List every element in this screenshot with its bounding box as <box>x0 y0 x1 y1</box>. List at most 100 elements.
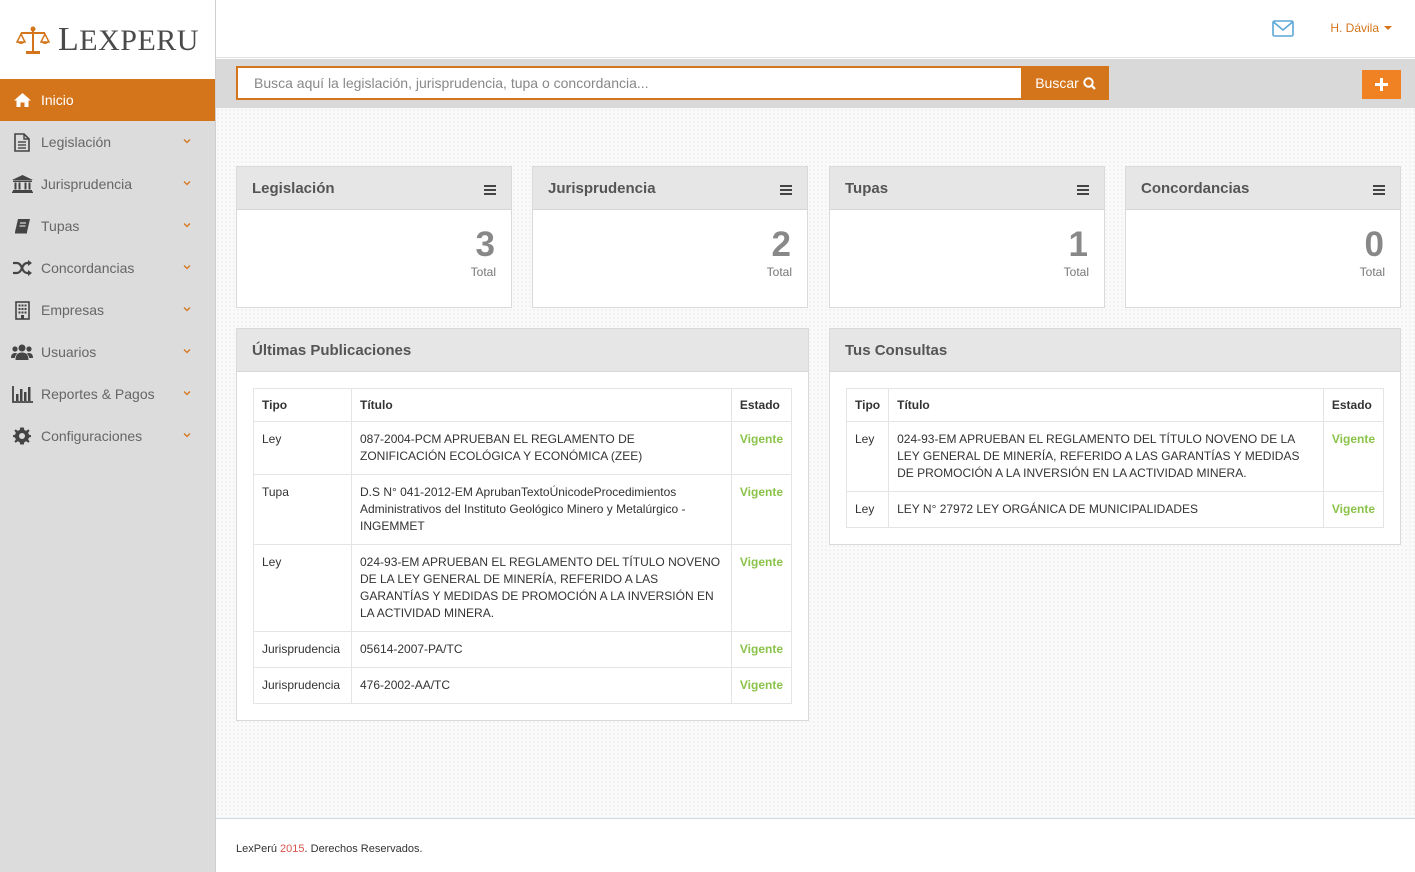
chevron-down-icon <box>183 433 191 438</box>
sidebar: LEXPERU Inicio Legislación Jurisprudenci… <box>0 0 216 872</box>
table-row[interactable]: Ley 087-2004-PCM APRUEBAN EL REGLAMENTO … <box>253 421 793 475</box>
bar-chart-icon <box>11 384 33 404</box>
search-input[interactable] <box>236 66 1023 100</box>
column-header: Tipo <box>845 388 890 422</box>
column-header: Tipo <box>253 388 352 422</box>
cell-titulo[interactable]: 024-93-EM APRUEBAN EL REGLAMENTO DEL TÍT… <box>351 544 732 632</box>
chevron-down-icon <box>183 391 191 396</box>
table-row[interactable]: Ley LEY N° 27972 LEY ORGÁNICA DE MUNICIP… <box>845 491 1385 528</box>
cell-tipo: Ley <box>845 421 890 492</box>
table-row[interactable]: Ley 024-93-EM APRUEBAN EL REGLAMENTO DEL… <box>253 544 793 632</box>
table-row[interactable]: Tupa D.S N° 041-2012-EM AprubanTextoÚnic… <box>253 474 793 545</box>
cell-titulo[interactable]: LEY N° 27972 LEY ORGÁNICA DE MUNICIPALID… <box>888 491 1324 528</box>
stat-label: Total <box>1359 265 1385 279</box>
chevron-down-icon <box>183 307 191 312</box>
panel-tus-consultas: Tus Consultas Tipo Título Estado Ley 024… <box>829 328 1401 545</box>
panel-title: Tus Consultas <box>845 341 948 359</box>
menu-icon[interactable] <box>1373 185 1385 195</box>
sidebar-item-inicio[interactable]: Inicio <box>0 79 215 121</box>
book-icon <box>11 216 33 236</box>
card-header: Tus Consultas <box>830 329 1400 372</box>
stat-value: 2 <box>771 225 791 264</box>
table-row[interactable]: Jurisprudencia 05614-2007-PA/TC Vigente <box>253 631 793 668</box>
table-row[interactable]: Ley 024-93-EM APRUEBAN EL REGLAMENTO DEL… <box>845 421 1385 492</box>
search-button[interactable]: Buscar <box>1022 66 1109 100</box>
cell-tipo: Jurisprudencia <box>253 631 352 668</box>
sidebar-item-legislacion[interactable]: Legislación <box>0 121 215 163</box>
cell-titulo[interactable]: 476-2002-AA/TC <box>351 667 732 704</box>
consultas-table: Tipo Título Estado Ley 024-93-EM APRUEBA… <box>845 388 1385 528</box>
stat-label: Total <box>470 265 496 279</box>
gear-icon <box>11 426 33 446</box>
add-button[interactable] <box>1362 70 1401 99</box>
card-header: Tupas <box>830 167 1104 210</box>
card-header: Últimas Publicaciones <box>237 329 808 372</box>
cell-estado: Vigente <box>730 474 793 545</box>
sidebar-item-tupas[interactable]: Tupas <box>0 205 215 247</box>
card-title: Concordancias <box>1141 179 1250 197</box>
main-content: Legislación 3 Total Jurisprudencia 2 Tot… <box>216 108 1415 818</box>
table-header-row: Tipo Título Estado <box>845 388 1385 422</box>
sidebar-item-label: Tupas <box>41 218 80 234</box>
cell-estado: Vigente <box>1322 421 1385 492</box>
document-icon <box>11 132 33 152</box>
panel-title: Últimas Publicaciones <box>252 341 412 359</box>
cell-tipo: Jurisprudencia <box>253 667 352 704</box>
stat-card-concordancias: Concordancias 0 Total <box>1125 166 1401 308</box>
users-icon <box>11 342 33 362</box>
search-button-label: Buscar <box>1035 75 1079 91</box>
stat-label: Total <box>766 265 792 279</box>
cell-titulo[interactable]: 05614-2007-PA/TC <box>351 631 732 668</box>
sidebar-item-concordancias[interactable]: Concordancias <box>0 247 215 289</box>
plus-icon <box>1375 78 1388 91</box>
sidebar-item-label: Concordancias <box>41 260 135 276</box>
sidebar-item-configuraciones[interactable]: Configuraciones <box>0 415 215 457</box>
sidebar-item-jurisprudencia[interactable]: Jurisprudencia <box>0 163 215 205</box>
institution-icon <box>11 174 33 194</box>
stat-card-legislacion: Legislación 3 Total <box>236 166 512 308</box>
table-row[interactable]: Jurisprudencia 476-2002-AA/TC Vigente <box>253 667 793 704</box>
panel-ultimas-publicaciones: Últimas Publicaciones Tipo Título Estado… <box>236 328 809 721</box>
logo-text: LEXPERU <box>58 20 199 58</box>
sidebar-item-label: Inicio <box>41 92 74 108</box>
building-icon <box>11 300 33 320</box>
sidebar-item-label: Reportes & Pagos <box>41 386 155 402</box>
menu-icon[interactable] <box>780 185 792 195</box>
user-menu[interactable]: H. Dávila <box>1330 21 1392 35</box>
sidebar-item-label: Usuarios <box>41 344 97 360</box>
sidebar-item-empresas[interactable]: Empresas <box>0 289 215 331</box>
card-header: Legislación <box>237 167 511 210</box>
sidebar-item-label: Jurisprudencia <box>41 176 133 192</box>
stat-card-jurisprudencia: Jurisprudencia 2 Total <box>532 166 808 308</box>
cell-tipo: Ley <box>845 491 890 528</box>
card-header: Concordancias <box>1126 167 1400 210</box>
cell-estado: Vigente <box>730 544 793 632</box>
caret-down-icon <box>1384 26 1392 30</box>
user-name: H. Dávila <box>1330 21 1379 35</box>
stat-value: 3 <box>475 225 495 264</box>
logo[interactable]: LEXPERU <box>0 0 215 79</box>
card-title: Tupas <box>845 179 889 197</box>
column-header: Estado <box>1322 388 1385 422</box>
stat-value: 1 <box>1068 225 1088 264</box>
search-bar: Buscar <box>216 59 1415 108</box>
cell-estado: Vigente <box>1322 491 1385 528</box>
menu-icon[interactable] <box>1077 185 1089 195</box>
cell-titulo[interactable]: 087-2004-PCM APRUEBAN EL REGLAMENTO DE Z… <box>351 421 732 475</box>
card-title: Legislación <box>252 179 335 197</box>
cell-titulo[interactable]: D.S N° 041-2012-EM AprubanTextoÚnicodePr… <box>351 474 732 545</box>
cell-tipo: Ley <box>253 421 352 475</box>
cell-estado: Vigente <box>730 421 793 475</box>
stat-label: Total <box>1063 265 1089 279</box>
top-bar: H. Dávila <box>216 0 1415 58</box>
envelope-icon[interactable] <box>1272 20 1294 37</box>
cell-titulo[interactable]: 024-93-EM APRUEBAN EL REGLAMENTO DEL TÍT… <box>888 421 1324 492</box>
cell-estado: Vigente <box>730 631 793 668</box>
stat-card-tupas: Tupas 1 Total <box>829 166 1105 308</box>
sidebar-item-usuarios[interactable]: Usuarios <box>0 331 215 373</box>
sidebar-item-reportes[interactable]: Reportes & Pagos <box>0 373 215 415</box>
chevron-down-icon <box>183 181 191 186</box>
column-header: Título <box>351 388 732 422</box>
menu-icon[interactable] <box>484 185 496 195</box>
chevron-down-icon <box>183 139 191 144</box>
